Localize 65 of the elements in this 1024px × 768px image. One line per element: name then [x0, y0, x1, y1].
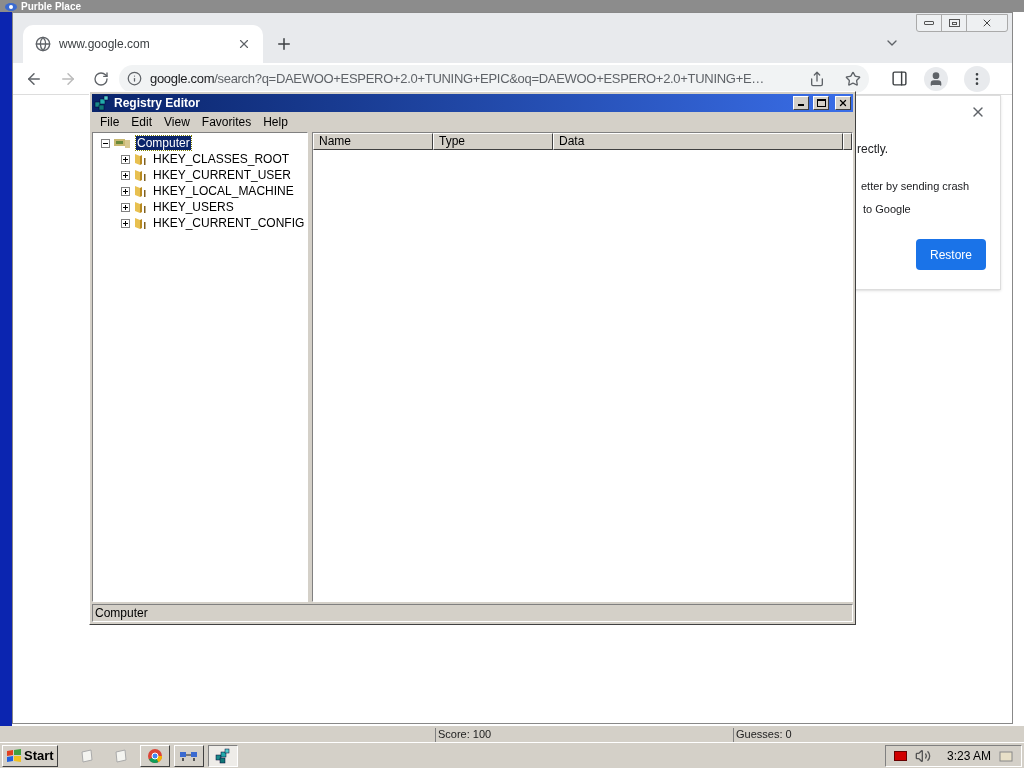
reload-icon[interactable]: [93, 70, 109, 87]
popup-text: rectly.: [857, 141, 890, 158]
maximize-button[interactable]: [813, 96, 829, 110]
status-text: Computer: [95, 605, 148, 622]
info-icon[interactable]: [127, 71, 142, 86]
column-header[interactable]: Name: [313, 133, 433, 150]
close-icon: [981, 17, 993, 29]
expand-icon[interactable]: [121, 154, 130, 164]
window-title: Purble Place: [21, 0, 82, 12]
tab-title: www.google.com: [59, 36, 151, 53]
chrome-icon: [146, 747, 163, 764]
popup-text: etter by sending crash: [860, 179, 971, 194]
status-text: Score: 100: [438, 728, 493, 741]
tree-item[interactable]: HKEY_CLASSES_ROOT: [152, 152, 291, 166]
column-header[interactable]: Data: [553, 133, 843, 150]
collapse-icon[interactable]: [101, 138, 110, 148]
window-title: Registry Editor: [114, 95, 201, 112]
volume-icon[interactable]: [914, 747, 931, 764]
column-header[interactable]: Type: [433, 133, 553, 150]
registry-icon: [94, 95, 110, 111]
status-text: Guesses: 0: [736, 728, 793, 741]
clock: 3:23 AM: [946, 747, 991, 765]
close-button[interactable]: [835, 96, 851, 110]
address-bar[interactable]: google.com/search?q=DAEWOO+ESPERO+2.0+TUNING+EPIC&oq=DAEWOO+ESPERO+2.0+TUNING+E…: [119, 64, 869, 93]
network-icon: [178, 749, 199, 762]
browser-tab[interactable]: www.google.com: [23, 25, 263, 63]
folder-icon: [133, 152, 147, 166]
document-icon: [79, 748, 94, 763]
taskbar-button[interactable]: [207, 744, 238, 767]
new-tab-icon[interactable]: [275, 35, 293, 53]
menu-item[interactable]: View: [158, 112, 196, 131]
expand-icon[interactable]: [121, 202, 130, 212]
menu-icon[interactable]: [964, 65, 990, 92]
start-button[interactable]: Start: [2, 744, 58, 767]
computer-icon: [113, 136, 131, 150]
close-icon[interactable]: [237, 37, 251, 51]
folder-icon: [133, 200, 147, 214]
tree-item[interactable]: HKEY_USERS: [152, 200, 235, 214]
restore-button[interactable]: Restore: [916, 239, 986, 270]
folder-icon: [133, 216, 147, 230]
folder-icon: [133, 168, 147, 182]
expand-icon[interactable]: [121, 170, 130, 180]
popup-text: to Google: [862, 201, 912, 217]
expand-icon[interactable]: [121, 218, 130, 228]
menu-item[interactable]: Help: [257, 112, 294, 131]
side-panel-icon[interactable]: [891, 70, 908, 87]
tree-item[interactable]: HKEY_LOCAL_MACHINE: [152, 184, 295, 198]
share-icon[interactable]: [809, 70, 825, 87]
menu-item[interactable]: Favorites: [195, 112, 258, 131]
tree-item[interactable]: HKEY_CURRENT_CONFIG: [152, 216, 306, 230]
url-text: google.com/search?q=DAEWOO+ESPERO+2.0+TUNING+EPIC&oq=DAEWOO+ESPERO+2.0+TUNING+E…: [150, 69, 765, 88]
expand-icon[interactable]: [121, 186, 130, 196]
registry-icon: [214, 747, 231, 764]
windows-logo-icon: [6, 748, 22, 763]
profile-icon[interactable]: [924, 66, 948, 91]
document-icon: [113, 748, 128, 763]
monitor-icon[interactable]: [893, 750, 907, 761]
bookmark-icon[interactable]: [845, 70, 861, 87]
menu-item[interactable]: File: [94, 112, 126, 131]
globe-icon: [35, 36, 51, 52]
menu-item[interactable]: Edit: [125, 112, 159, 131]
tree-item[interactable]: Computer: [136, 136, 191, 150]
tree-item[interactable]: HKEY_CURRENT_USER: [152, 168, 293, 182]
folder-icon: [133, 184, 147, 198]
close-icon: [838, 98, 848, 108]
